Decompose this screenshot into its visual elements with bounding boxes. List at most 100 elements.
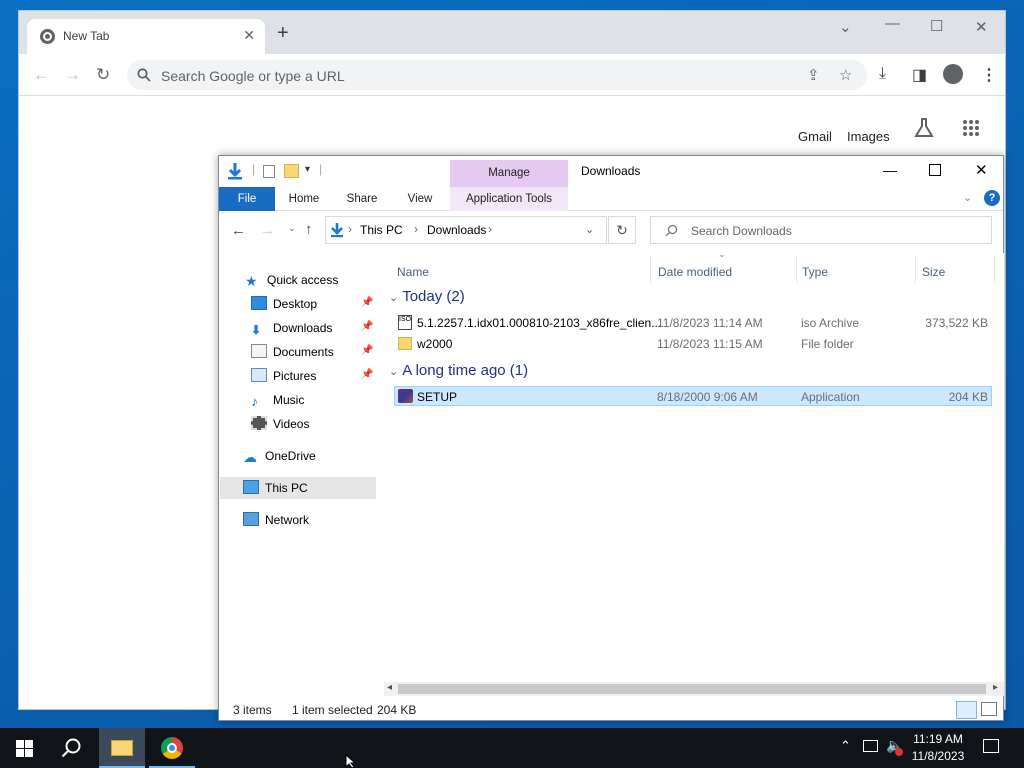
reload-icon[interactable]: ↻ bbox=[96, 65, 110, 85]
desktop-icon bbox=[251, 296, 267, 310]
group-header-long-ago[interactable]: ⌄ A long time ago (1) bbox=[389, 362, 528, 379]
images-link[interactable]: Images bbox=[847, 129, 890, 144]
nav-videos[interactable]: Videos bbox=[251, 413, 309, 435]
address-dropdown-icon[interactable]: ⌄ bbox=[585, 223, 594, 236]
column-header-size[interactable]: Size bbox=[922, 257, 945, 287]
file-date: 11/8/2023 11:14 AM bbox=[657, 316, 763, 330]
file-date: 11/8/2023 11:15 AM bbox=[657, 337, 763, 351]
music-icon: ♪ bbox=[251, 393, 258, 409]
up-icon[interactable]: ↑ bbox=[305, 221, 313, 238]
file-type: iso Archive bbox=[801, 316, 860, 330]
properties-icon[interactable] bbox=[263, 165, 275, 178]
pin-icon: 📌 bbox=[361, 369, 374, 380]
omnibox[interactable]: Search Google or type a URL ⇪ ☆ bbox=[127, 60, 867, 90]
gmail-link[interactable]: Gmail bbox=[798, 129, 832, 144]
maximize-icon[interactable] bbox=[929, 164, 941, 176]
breadcrumb-this-pc[interactable]: This PC bbox=[360, 223, 403, 237]
network-icon[interactable] bbox=[863, 740, 878, 752]
new-tab-button[interactable]: + bbox=[277, 23, 289, 43]
column-header-date-modified[interactable]: Date modified bbox=[658, 257, 732, 287]
details-view-icon[interactable] bbox=[956, 701, 977, 719]
nav-this-pc[interactable]: This PC bbox=[220, 477, 376, 499]
pin-icon: 📌 bbox=[361, 297, 374, 308]
column-header-name[interactable]: Name bbox=[397, 257, 429, 287]
network-icon bbox=[243, 512, 259, 526]
clock[interactable]: 11:19 AM 11/8/2023 bbox=[902, 731, 974, 765]
back-icon[interactable]: ← bbox=[231, 222, 246, 239]
qat-dropdown-icon[interactable]: ▾ bbox=[305, 164, 310, 175]
nav-network[interactable]: Network bbox=[243, 509, 309, 531]
windows-start-icon[interactable] bbox=[16, 740, 33, 757]
nav-onedrive[interactable]: ☁ OneDrive bbox=[243, 445, 316, 467]
show-hidden-icons-icon[interactable]: ⌃ bbox=[840, 738, 851, 754]
close-window-icon[interactable]: ✕ bbox=[975, 161, 988, 179]
back-icon[interactable]: ← bbox=[33, 65, 50, 85]
scroll-right-icon[interactable]: ▸ bbox=[993, 682, 998, 693]
search-box[interactable]: Search Downloads bbox=[650, 216, 992, 244]
file-row[interactable]: ISO 5.1.2257.1.idx01.000810-2103_x86fre_… bbox=[394, 313, 992, 333]
file-row[interactable]: w2000 11/8/2023 11:15 AM File folder bbox=[394, 334, 992, 354]
forward-icon[interactable]: → bbox=[64, 65, 81, 85]
nav-pictures[interactable]: Pictures bbox=[251, 365, 316, 387]
minimize-icon[interactable]: — bbox=[883, 162, 897, 178]
file-date: 8/18/2000 9:06 AM bbox=[657, 390, 758, 404]
chrome-icon bbox=[40, 29, 55, 44]
computer-icon bbox=[243, 480, 259, 494]
status-bar: 3 items 1 item selected 204 KB bbox=[219, 698, 1003, 722]
help-icon[interactable]: ? bbox=[984, 190, 1000, 206]
sort-indicator-icon: ⌄ bbox=[718, 249, 726, 259]
chrome-tab-new-tab[interactable]: New Tab ✕ bbox=[27, 19, 265, 54]
expand-ribbon-icon[interactable]: ⌄ bbox=[963, 191, 972, 204]
file-explorer-taskbar-button[interactable] bbox=[99, 728, 145, 768]
notifications-icon[interactable] bbox=[983, 739, 999, 753]
tab-search-icon[interactable]: ⌄ bbox=[839, 18, 852, 36]
videos-icon bbox=[251, 416, 267, 430]
group-header-today[interactable]: ⌄ Today (2) bbox=[389, 288, 465, 305]
downloads-arrow-icon: ⬇ bbox=[251, 323, 262, 337]
file-row-selected[interactable]: SETUP 8/18/2000 9:06 AM Application 204 … bbox=[394, 386, 992, 406]
file-name: SETUP bbox=[417, 390, 458, 404]
ribbon-tab-home[interactable]: Home bbox=[281, 187, 327, 211]
nav-documents[interactable]: Documents bbox=[251, 341, 334, 363]
close-tab-icon[interactable]: ✕ bbox=[243, 27, 255, 44]
search-icon[interactable] bbox=[61, 737, 83, 759]
file-explorer-window: | ▾ | Manage Downloads — ✕ File Home Sha… bbox=[218, 155, 1004, 721]
ribbon-tab-file[interactable]: File bbox=[219, 187, 275, 211]
nav-downloads[interactable]: ⬇ Downloads bbox=[251, 317, 332, 339]
chrome-menu-icon[interactable]: ⋮ bbox=[981, 65, 997, 85]
forward-icon[interactable]: → bbox=[260, 222, 275, 239]
refresh-button[interactable]: ↻ bbox=[608, 216, 636, 244]
apps-grid-icon[interactable] bbox=[962, 119, 980, 137]
recent-locations-icon[interactable]: ⌄ bbox=[288, 223, 296, 234]
bookmark-star-icon[interactable]: ☆ bbox=[839, 66, 852, 84]
folder-icon bbox=[111, 740, 133, 756]
nav-quick-access[interactable]: ★ Quick access bbox=[245, 269, 338, 291]
horizontal-scrollbar[interactable]: ◂ ▸ bbox=[384, 682, 1004, 696]
nav-music[interactable]: ♪ Music bbox=[251, 389, 304, 411]
download-icon[interactable]: ⤓ bbox=[879, 65, 886, 83]
tab-title: New Tab bbox=[63, 29, 110, 43]
breadcrumb-downloads[interactable]: Downloads bbox=[427, 223, 486, 237]
ribbon-tab-application-tools[interactable]: Application Tools bbox=[450, 187, 568, 211]
column-header-type[interactable]: Type bbox=[802, 257, 828, 287]
side-panel-icon[interactable]: ◨ bbox=[912, 65, 927, 85]
labs-flask-icon[interactable] bbox=[913, 117, 935, 139]
chrome-taskbar-button[interactable] bbox=[149, 728, 195, 768]
scroll-left-icon[interactable]: ◂ bbox=[387, 682, 392, 693]
large-icons-view-icon[interactable] bbox=[981, 702, 997, 716]
clock-time: 11:19 AM bbox=[913, 732, 963, 746]
address-bar[interactable]: › This PC › Downloads › ⌄ bbox=[325, 216, 607, 244]
manage-context-header[interactable]: Manage bbox=[450, 160, 568, 187]
star-icon: ★ bbox=[245, 273, 258, 289]
ribbon-tab-share[interactable]: Share bbox=[339, 187, 385, 211]
profile-avatar-icon[interactable] bbox=[943, 64, 963, 84]
scrollbar-thumb[interactable] bbox=[398, 684, 986, 694]
maximize-icon[interactable]: ☐ bbox=[930, 17, 943, 35]
minimize-icon[interactable]: — bbox=[885, 15, 900, 32]
ribbon-tab-view[interactable]: View bbox=[397, 187, 443, 211]
share-icon[interactable]: ⇪ bbox=[807, 66, 820, 84]
nav-desktop[interactable]: Desktop bbox=[251, 293, 317, 315]
new-folder-icon[interactable] bbox=[284, 164, 299, 178]
file-name: w2000 bbox=[417, 337, 453, 351]
close-window-icon[interactable]: ✕ bbox=[975, 18, 988, 36]
